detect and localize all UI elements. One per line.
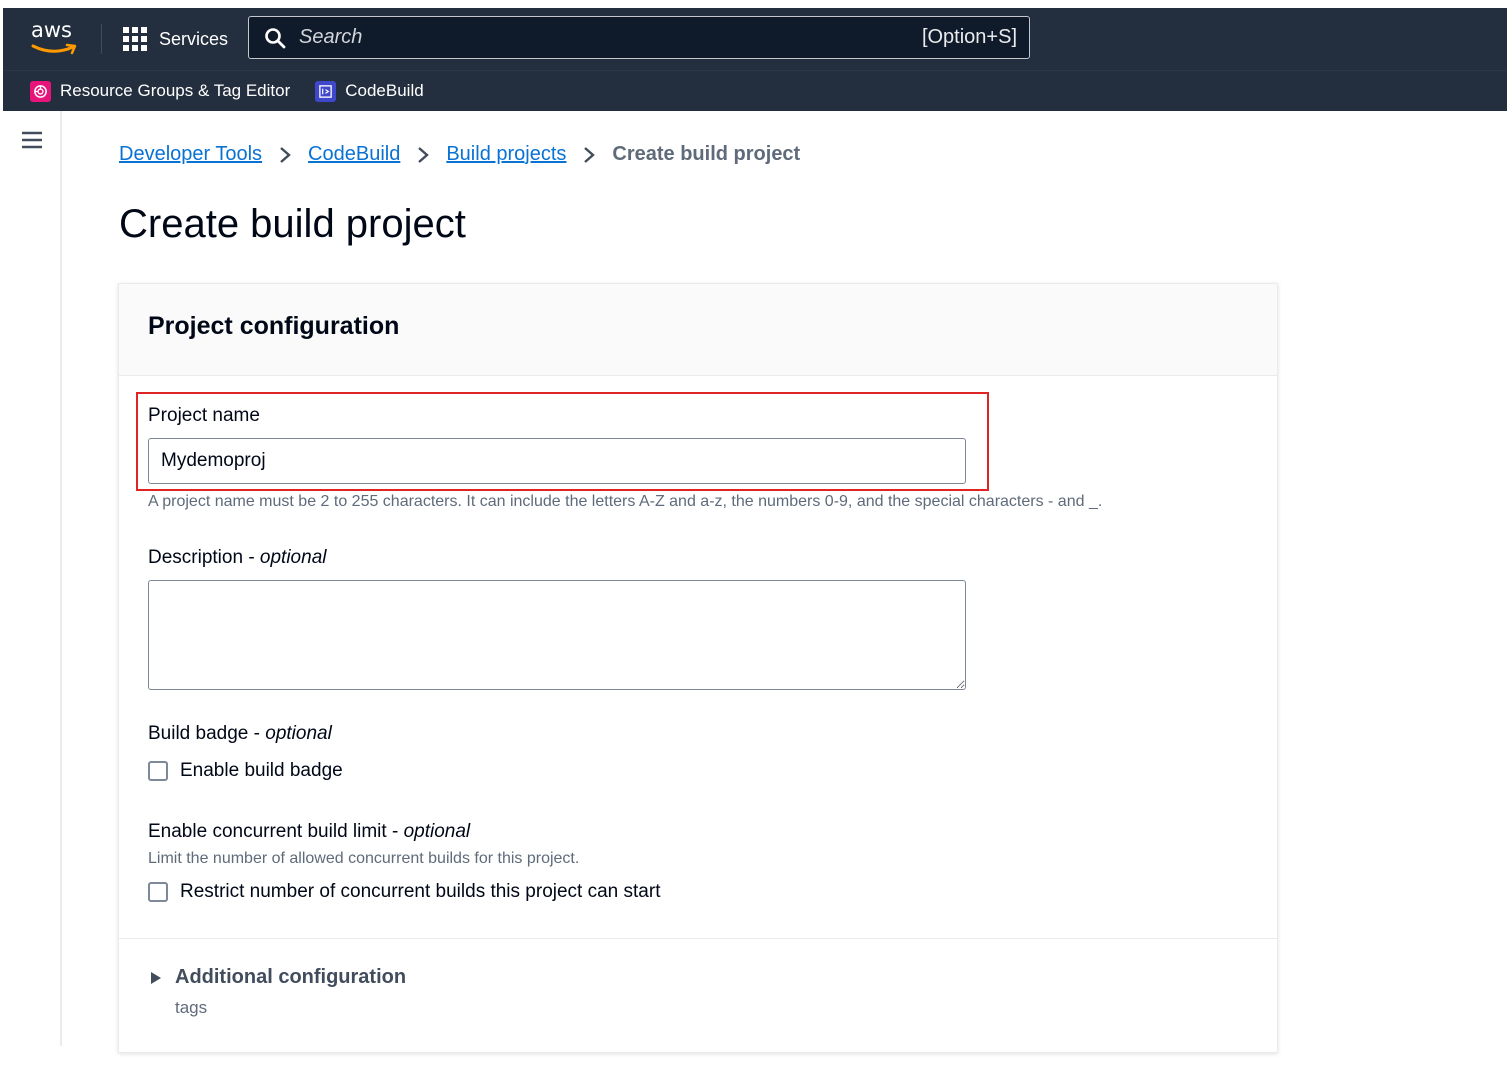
build-badge-label: Build badge - optional bbox=[148, 723, 332, 745]
build-badge-label-text: Build badge - bbox=[148, 723, 266, 744]
checkbox-box[interactable] bbox=[148, 882, 168, 902]
side-navigation-border bbox=[60, 111, 62, 1046]
optional-tag: optional bbox=[265, 723, 332, 744]
breadcrumb-codebuild[interactable]: CodeBuild bbox=[308, 143, 400, 166]
concurrent-build-limit-label: Enable concurrent build limit - optional bbox=[148, 821, 470, 843]
favorite-label: CodeBuild bbox=[345, 81, 424, 100]
favorites-bar: Resource Groups & Tag Editor CodeBuild bbox=[3, 70, 1507, 111]
top-navigation-bar: aws Services [Option+S] bbox=[3, 8, 1507, 111]
description-label-text: Description - bbox=[148, 547, 260, 568]
chevron-right-icon bbox=[584, 146, 596, 163]
additional-configuration-expander[interactable]: Additional configuration bbox=[150, 966, 406, 989]
description-label: Description - optional bbox=[148, 547, 326, 569]
project-name-label: Project name bbox=[148, 405, 260, 426]
section-divider bbox=[119, 938, 1277, 939]
favorite-codebuild[interactable]: CodeBuild bbox=[315, 80, 424, 102]
checkbox-box[interactable] bbox=[148, 761, 168, 781]
breadcrumb-current: Create build project bbox=[612, 143, 801, 165]
chevron-right-icon bbox=[418, 146, 430, 163]
search-shortcut-hint: [Option+S] bbox=[921, 26, 1017, 48]
project-name-input[interactable] bbox=[148, 438, 966, 484]
chevron-right-icon bbox=[280, 146, 291, 163]
restrict-concurrent-builds-checkbox[interactable]: Restrict number of concurrent builds thi… bbox=[148, 881, 660, 903]
description-textarea[interactable] bbox=[148, 580, 966, 690]
enable-build-badge-checkbox[interactable]: Enable build badge bbox=[148, 760, 343, 782]
additional-configuration-description: tags bbox=[175, 998, 208, 1017]
checkbox-label: Restrict number of concurrent builds thi… bbox=[180, 881, 661, 902]
checkbox-label: Enable build badge bbox=[180, 760, 343, 781]
breadcrumb-build-projects[interactable]: Build projects bbox=[446, 143, 566, 166]
caret-right-icon bbox=[151, 971, 161, 984]
breadcrumb-developer-tools[interactable]: Developer Tools bbox=[119, 143, 262, 166]
services-label: Services bbox=[159, 28, 229, 49]
codebuild-icon bbox=[315, 80, 337, 102]
hamburger-menu-icon[interactable] bbox=[20, 128, 44, 152]
panel-title: Project configuration bbox=[148, 312, 400, 340]
services-grid-icon bbox=[123, 27, 147, 51]
aws-smile-icon bbox=[31, 43, 77, 55]
additional-configuration-label: Additional configuration bbox=[175, 966, 407, 988]
aws-logo[interactable]: aws bbox=[29, 16, 79, 58]
services-menu-button[interactable]: Services bbox=[123, 24, 228, 54]
search-input[interactable] bbox=[299, 26, 922, 49]
search-bar[interactable]: [Option+S] bbox=[248, 16, 1030, 59]
favorite-label: Resource Groups & Tag Editor bbox=[60, 81, 291, 100]
favorite-resource-groups[interactable]: Resource Groups & Tag Editor bbox=[30, 80, 291, 102]
aws-logo-text: aws bbox=[31, 18, 72, 42]
search-icon bbox=[265, 27, 286, 48]
project-name-hint: A project name must be 2 to 255 characte… bbox=[148, 493, 1103, 510]
project-configuration-panel: Project configuration Project name A pro… bbox=[118, 283, 1278, 1053]
breadcrumb: Developer Tools CodeBuild Build projects… bbox=[119, 143, 800, 166]
global-header: aws Services [Option+S] bbox=[3, 8, 1507, 70]
header-separator bbox=[101, 24, 102, 54]
resource-groups-icon bbox=[30, 80, 51, 102]
concurrent-build-hint: Limit the number of allowed concurrent b… bbox=[148, 850, 580, 867]
concurrent-label-text: Enable concurrent build limit - bbox=[148, 821, 404, 842]
optional-tag: optional bbox=[403, 821, 471, 842]
page-title: Create build project bbox=[119, 202, 466, 246]
optional-tag: optional bbox=[259, 547, 327, 568]
